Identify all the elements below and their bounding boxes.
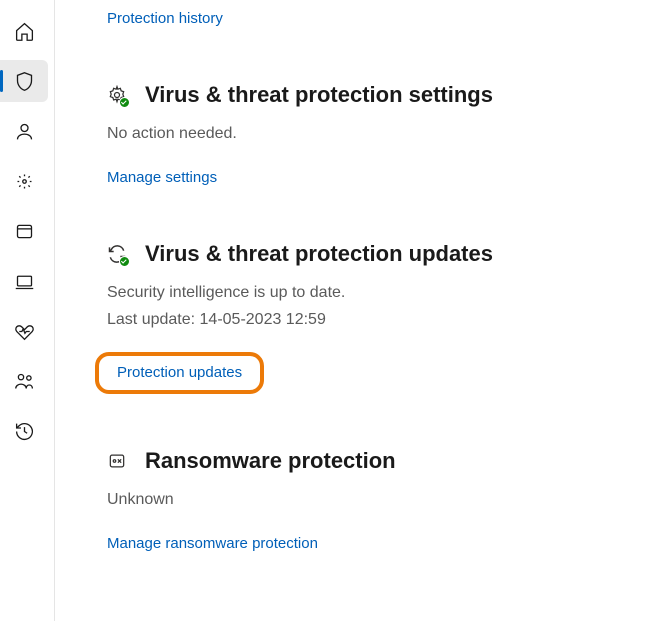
protection-updates-link[interactable]: Protection updates xyxy=(117,364,242,381)
family-icon xyxy=(14,371,35,392)
ransomware-status: Unknown xyxy=(107,486,653,513)
updates-last-update: Last update: 14-05-2023 12:59 xyxy=(107,306,653,333)
main-content: Protection history Virus & threat protec… xyxy=(55,0,653,621)
section-settings-header: Virus & threat protection settings xyxy=(107,82,653,108)
status-ok-badge xyxy=(119,97,130,108)
section-ransomware: Ransomware protection Unknown Manage ran… xyxy=(107,448,653,553)
home-icon xyxy=(14,21,35,42)
nav-firewall[interactable] xyxy=(0,160,48,202)
nav-history[interactable] xyxy=(0,410,48,452)
settings-title: Virus & threat protection settings xyxy=(145,82,493,108)
nav-device-performance[interactable] xyxy=(0,310,48,352)
app-browser-icon xyxy=(14,221,35,242)
heart-pulse-icon xyxy=(14,321,35,342)
settings-status: No action needed. xyxy=(107,120,653,147)
sidebar xyxy=(0,0,55,621)
status-ok-badge xyxy=(119,256,130,267)
updates-body: Security intelligence is up to date. Las… xyxy=(107,279,653,333)
section-ransomware-header: Ransomware protection xyxy=(107,448,653,474)
account-icon xyxy=(14,121,35,142)
highlight-annotation: Protection updates xyxy=(95,352,264,394)
laptop-icon xyxy=(14,271,35,292)
nav-home[interactable] xyxy=(0,10,48,52)
section-updates-header: Virus & threat protection updates xyxy=(107,241,653,267)
refresh-icon xyxy=(107,244,127,264)
updates-title: Virus & threat protection updates xyxy=(145,241,493,267)
protection-history-link[interactable]: Protection history xyxy=(107,10,223,27)
gear-icon xyxy=(107,85,127,105)
nav-app-browser[interactable] xyxy=(0,210,48,252)
shield-icon xyxy=(14,71,35,92)
nav-virus-threat[interactable] xyxy=(0,60,48,102)
firewall-icon xyxy=(14,171,35,192)
section-updates: Virus & threat protection updates Securi… xyxy=(107,241,653,393)
ransomware-title: Ransomware protection xyxy=(145,448,396,474)
manage-ransomware-link[interactable]: Manage ransomware protection xyxy=(107,535,318,552)
nav-account[interactable] xyxy=(0,110,48,152)
updates-status: Security intelligence is up to date. xyxy=(107,279,653,306)
ransomware-icon xyxy=(107,451,127,471)
nav-family[interactable] xyxy=(0,360,48,402)
manage-settings-link[interactable]: Manage settings xyxy=(107,169,217,186)
nav-device-security[interactable] xyxy=(0,260,48,302)
section-settings: Virus & threat protection settings No ac… xyxy=(107,82,653,187)
history-icon xyxy=(14,421,35,442)
